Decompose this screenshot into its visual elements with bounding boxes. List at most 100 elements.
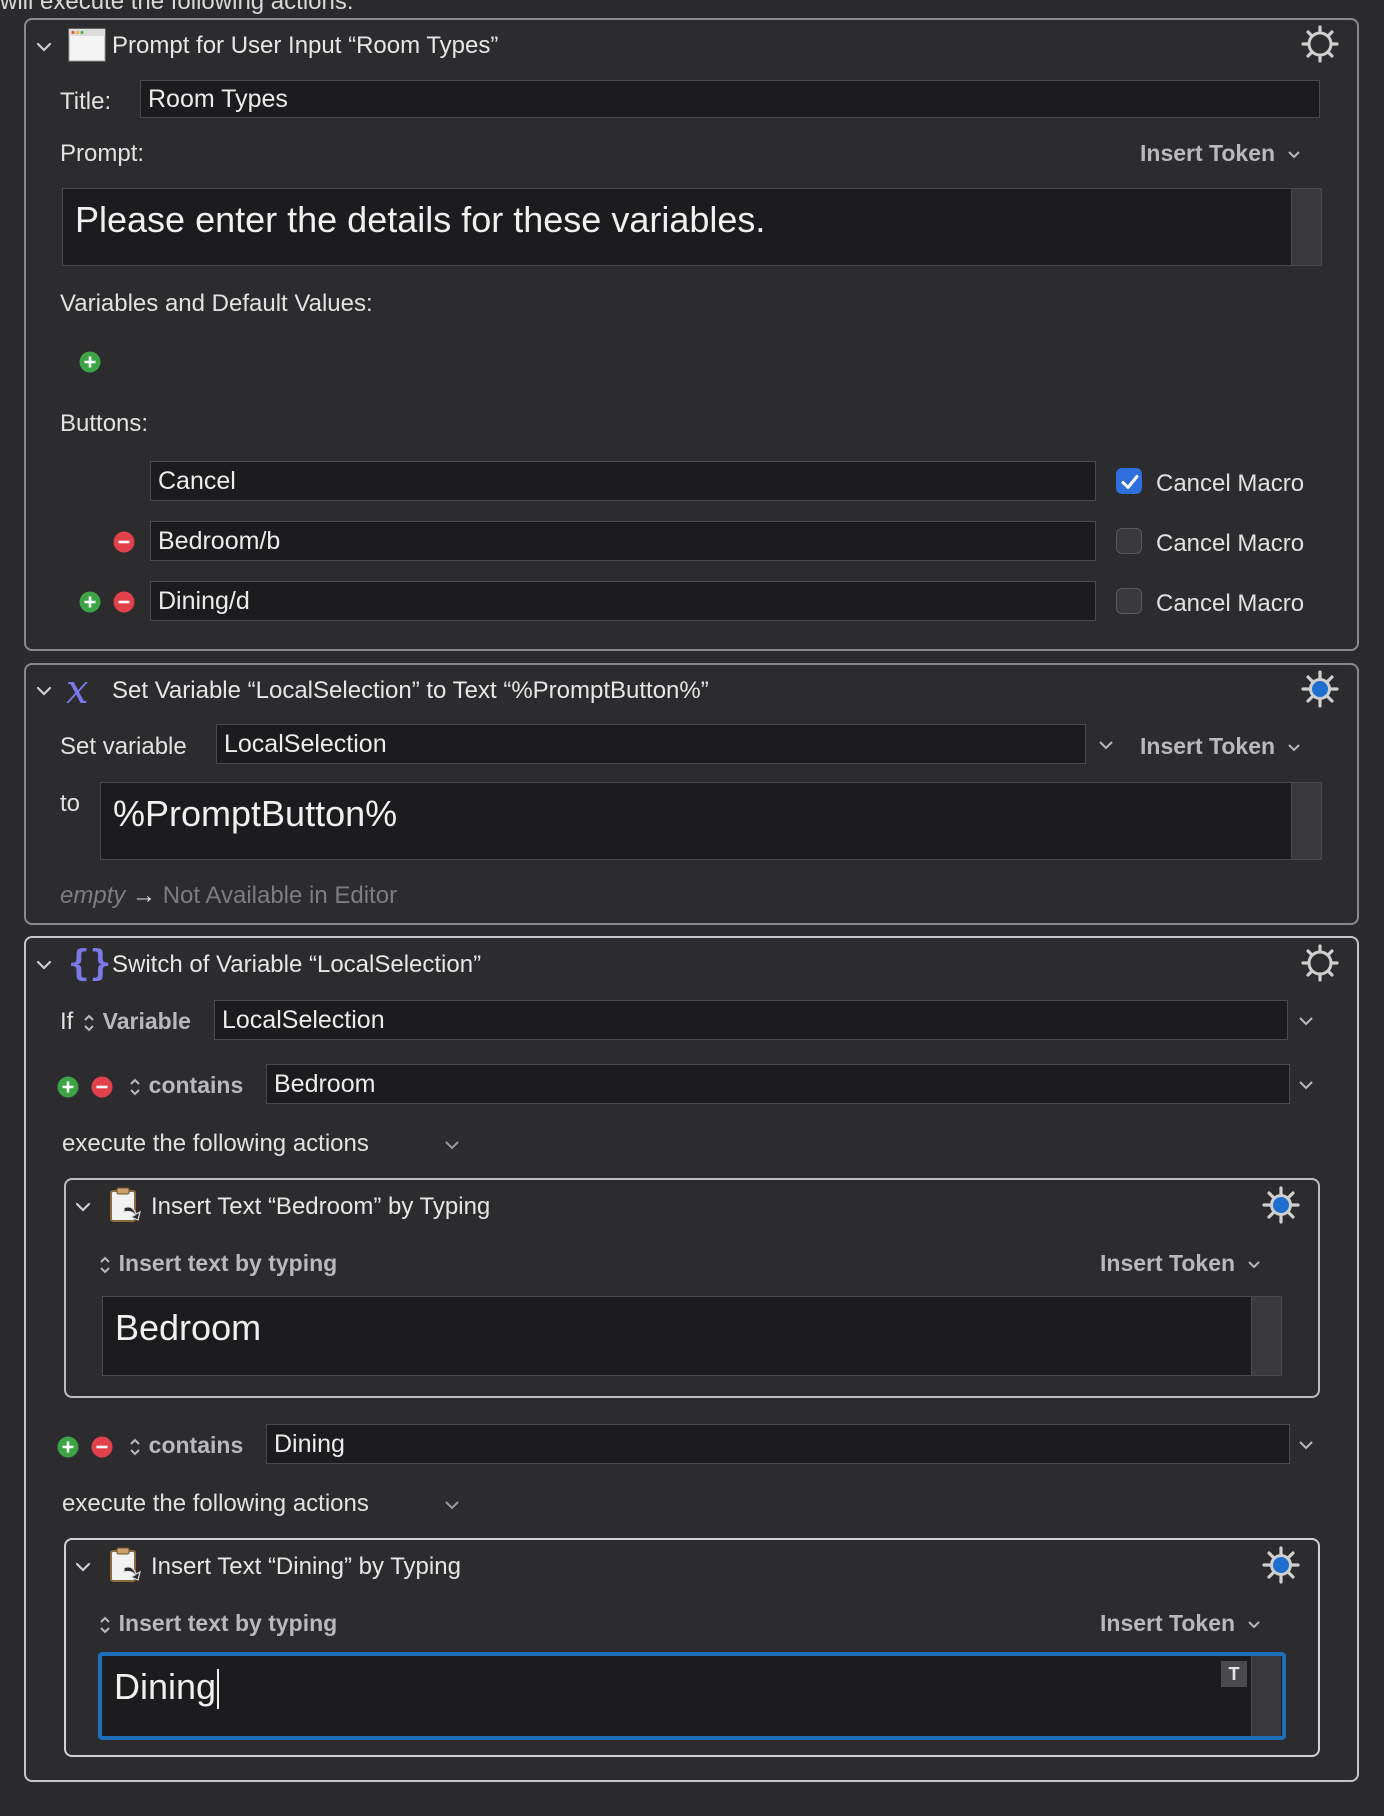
source-popup-label: Variable [102, 1008, 191, 1034]
insert-mode-popup[interactable]: Insert text by typing [98, 1610, 337, 1638]
case-value-input[interactable]: Dining [266, 1424, 1290, 1464]
insert-text-value: Dining [114, 1666, 217, 1707]
remove-icon[interactable] [113, 591, 135, 613]
collapse-chevron-icon[interactable] [75, 1200, 91, 1214]
add-icon[interactable] [79, 351, 101, 373]
remove-case-icon[interactable] [91, 1436, 113, 1458]
insert-token-label: Insert Token [1100, 1610, 1236, 1636]
add-case-icon[interactable] [57, 1076, 79, 1098]
remove-case-icon[interactable] [91, 1076, 113, 1098]
insert-token-label: Insert Token [1140, 140, 1276, 166]
insert-token-menu[interactable]: Insert Token [1100, 1610, 1261, 1637]
execute-menu-chevron-icon[interactable] [444, 1498, 459, 1512]
source-popup[interactable]: Variable [82, 1008, 191, 1036]
up-down-chevron-icon [84, 1014, 94, 1032]
text-cursor [217, 1669, 220, 1710]
clipboard-typing-icon [106, 1546, 146, 1593]
insert-token-label: Insert Token [1140, 733, 1276, 759]
up-down-chevron-icon [130, 1078, 140, 1096]
set-variable-label: Set variable [60, 733, 187, 760]
up-down-chevron-icon [100, 1256, 110, 1274]
clipboard-typing-icon [106, 1186, 146, 1233]
variable-dropdown-chevron-icon[interactable] [1298, 1014, 1313, 1028]
case-dropdown-chevron-icon[interactable] [1298, 1438, 1313, 1452]
insert-token-menu[interactable]: Insert Token [1140, 140, 1301, 167]
to-label: to [60, 790, 81, 817]
switch-braces-icon: {} [68, 943, 112, 984]
condition-operator-popup[interactable]: contains [128, 1432, 243, 1460]
variable-name-input[interactable]: LocalSelection [216, 724, 1086, 764]
operator-label: contains [148, 1432, 244, 1458]
chevron-down-icon [1288, 151, 1301, 159]
scrollbar[interactable] [1291, 189, 1321, 265]
scrollbar[interactable] [1291, 783, 1321, 859]
button-name-input[interactable]: Bedroom/b [150, 521, 1096, 561]
collapse-chevron-icon[interactable] [75, 1560, 91, 1574]
buttons-label: Buttons: [60, 410, 149, 437]
execute-menu-chevron-icon[interactable] [444, 1138, 459, 1152]
variable-x-icon: 𝑥 [66, 667, 89, 713]
case-dropdown-chevron-icon[interactable] [1298, 1078, 1313, 1092]
insert-token-menu[interactable]: Insert Token [1100, 1250, 1261, 1277]
cancel-macro-checkbox[interactable] [1116, 588, 1142, 614]
action-title: Prompt for User Input “Room Types” [112, 32, 499, 59]
insert-mode-popup[interactable]: Insert text by typing [98, 1250, 337, 1278]
prompt-window-icon [68, 28, 106, 62]
insert-token-menu[interactable]: Insert Token [1140, 733, 1301, 760]
cancel-macro-label: Cancel Macro [1156, 470, 1305, 497]
cancel-macro-checkbox[interactable] [1116, 528, 1142, 554]
cancel-macro-label: Cancel Macro [1156, 530, 1305, 557]
action-title: Set Variable “LocalSelection” to Text “%… [112, 677, 709, 704]
variables-label: Variables and Default Values: [60, 290, 373, 317]
if-label: If [60, 1008, 74, 1035]
arrow-icon: → [132, 882, 157, 909]
insert-mode-label: Insert text by typing [118, 1250, 338, 1276]
cancel-macro-checkbox[interactable] [1116, 468, 1142, 494]
insert-token-label: Insert Token [1100, 1250, 1236, 1276]
chevron-down-icon [1248, 1621, 1261, 1629]
gear-icon[interactable] [1261, 1185, 1301, 1225]
up-down-chevron-icon [130, 1438, 140, 1456]
gear-icon[interactable] [1300, 24, 1340, 64]
add-icon[interactable] [79, 591, 101, 613]
gear-icon[interactable] [1300, 669, 1340, 709]
collapse-chevron-icon[interactable] [36, 958, 52, 972]
prompt-text-area[interactable]: Please enter the details for these varia… [62, 188, 1322, 266]
case-value-input[interactable]: Bedroom [266, 1064, 1290, 1104]
collapse-chevron-icon[interactable] [36, 40, 52, 54]
action-title: Insert Text “Dining” by Typing [151, 1553, 461, 1580]
add-case-icon[interactable] [57, 1436, 79, 1458]
up-down-chevron-icon [100, 1616, 110, 1634]
insert-text-area-focused[interactable]: Dining [98, 1652, 1286, 1740]
gear-icon[interactable] [1300, 943, 1340, 983]
gear-icon[interactable] [1261, 1545, 1301, 1585]
preview-empty-text: empty [60, 882, 126, 909]
scrollbar[interactable] [1251, 1297, 1281, 1375]
preview-text: Not Available in Editor [162, 882, 398, 909]
collapse-chevron-icon[interactable] [36, 684, 52, 698]
execute-actions-label: execute the following actions [62, 1490, 369, 1517]
scrollbar[interactable] [1251, 1656, 1281, 1736]
title-input[interactable]: Room Types [140, 80, 1320, 118]
insert-text-area[interactable]: Bedroom [102, 1296, 1282, 1376]
chevron-down-icon [1248, 1261, 1261, 1269]
prompt-label: Prompt: [60, 140, 145, 167]
variable-value-text-area[interactable]: %PromptButton% [100, 782, 1322, 860]
execute-actions-label: execute the following actions [62, 1130, 369, 1157]
button-name-input[interactable]: Dining/d [150, 581, 1096, 621]
chevron-down-icon [1288, 744, 1301, 752]
title-label: Title: [60, 88, 112, 115]
previous-action-cut-text: will execute the following actions: [0, 0, 354, 15]
text-badge[interactable]: T [1221, 1661, 1247, 1687]
switch-variable-input[interactable]: LocalSelection [214, 1000, 1288, 1040]
action-title: Insert Text “Bedroom” by Typing [151, 1193, 491, 1220]
variable-dropdown-chevron-icon[interactable] [1098, 738, 1113, 752]
action-title: Switch of Variable “LocalSelection” [112, 951, 482, 978]
button-name-input[interactable]: Cancel [150, 461, 1096, 501]
checkmark-icon [1121, 475, 1139, 489]
result-preview: empty → Not Available in Editor [60, 882, 397, 910]
condition-operator-popup[interactable]: contains [128, 1072, 243, 1100]
insert-mode-label: Insert text by typing [118, 1610, 338, 1636]
cancel-macro-label: Cancel Macro [1156, 590, 1305, 617]
remove-icon[interactable] [113, 531, 135, 553]
